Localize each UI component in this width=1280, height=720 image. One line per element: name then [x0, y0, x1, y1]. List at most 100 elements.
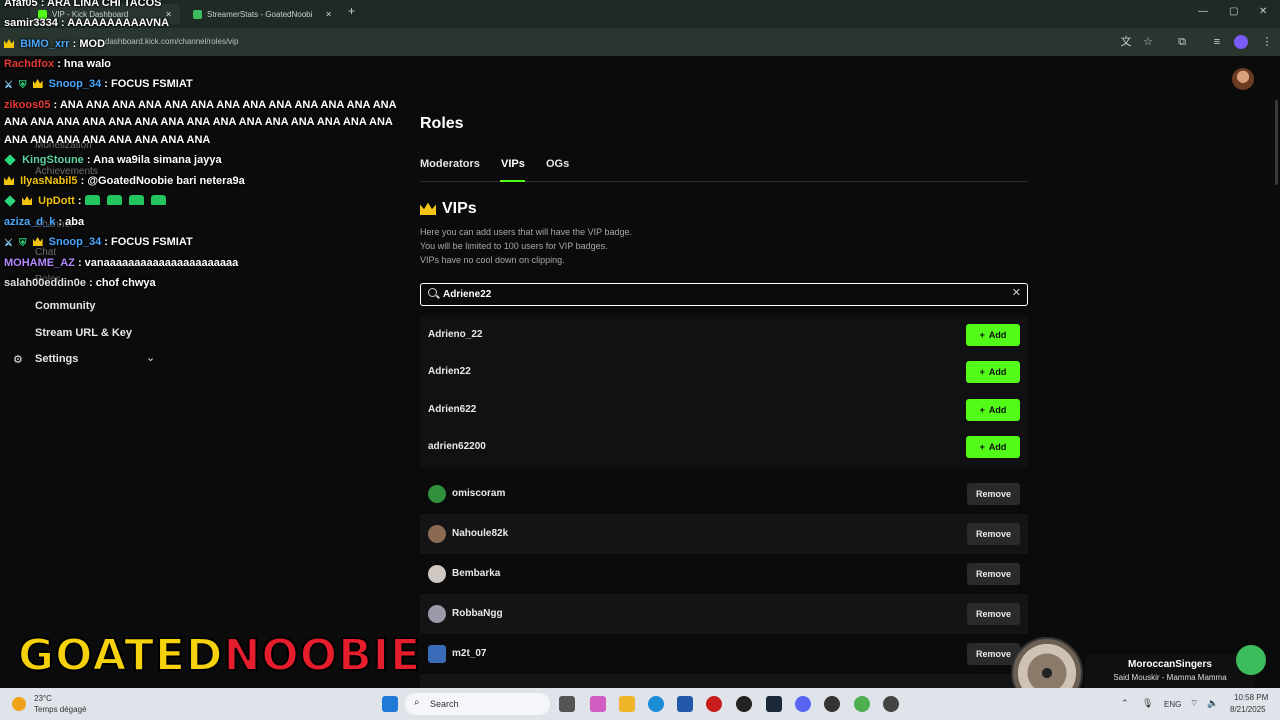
- crown-badge-icon: [32, 79, 43, 88]
- wifi-icon[interactable]: ⌔: [1190, 698, 1198, 709]
- button-label: Add: [988, 442, 1007, 452]
- task-view-icon[interactable]: [559, 696, 575, 712]
- file-explorer-icon[interactable]: [619, 696, 635, 712]
- close-window-button[interactable]: ✕: [1259, 6, 1267, 17]
- store-icon[interactable]: [677, 696, 693, 712]
- chat-username: IlyasNabil5: [20, 175, 78, 187]
- chrome-icon[interactable]: [854, 696, 870, 712]
- chat-text: : MOD: [72, 38, 106, 50]
- vip-username: m2t_07: [452, 648, 487, 659]
- edge-icon[interactable]: [648, 696, 664, 712]
- microphone-icon[interactable]: 🎙: [1142, 698, 1153, 709]
- taskbar-search[interactable]: ⌕ Search: [405, 693, 550, 715]
- button-label: Add: [988, 367, 1007, 377]
- search-input[interactable]: [443, 287, 1003, 302]
- tab-ogs[interactable]: OGs: [546, 158, 569, 170]
- maximize-button[interactable]: ▢: [1229, 6, 1238, 17]
- steam-icon[interactable]: [766, 696, 782, 712]
- shield-badge-icon: ⛨: [19, 80, 27, 91]
- table-row: m2t_07 Remove: [420, 634, 1028, 674]
- extensions-icon[interactable]: ⧉: [1175, 35, 1189, 49]
- chat-text: :: [77, 195, 82, 207]
- now-playing-widget: MoroccanSingers Said Mouskir - Mamma Mam…: [1085, 654, 1255, 690]
- chat-text: : ANA ANA ANA ANA ANA ANA ANA ANA ANA AN…: [53, 99, 397, 111]
- chat-text: : FOCUS FSMIAT: [104, 236, 193, 248]
- chat-text: : vanaaaaaaaaaaaaaaaaaaaaaa: [77, 257, 239, 269]
- chat-username: MOHAME_AZ: [4, 257, 75, 269]
- diamond-badge-icon: [4, 195, 16, 207]
- tab-vips[interactable]: VIPs: [501, 158, 525, 170]
- music-app-icon[interactable]: [1236, 645, 1266, 675]
- translate-icon[interactable]: 文: [1119, 35, 1133, 49]
- chat-message: aziza_d_k : aba: [4, 214, 84, 231]
- shield-badge-icon: ⛨: [19, 238, 27, 249]
- browser-tab-streamerstats[interactable]: StreamerStats - GoatedNoobi ✕: [185, 4, 340, 24]
- chat-message: ⚔ ⛨ Snoop_34 : FOCUS FSMIAT: [4, 234, 193, 251]
- clock-date[interactable]: 8/21/2025: [1230, 705, 1266, 714]
- menu-icon[interactable]: ⋮: [1260, 35, 1274, 49]
- app-icon[interactable]: [883, 696, 899, 712]
- plus-icon: +: [979, 330, 985, 340]
- media-icon[interactable]: ≡: [1210, 35, 1224, 49]
- discord-icon[interactable]: [795, 696, 811, 712]
- remove-vip-button[interactable]: Remove: [967, 563, 1020, 585]
- add-vip-button[interactable]: + Add: [966, 361, 1020, 383]
- remove-vip-button[interactable]: Remove: [967, 603, 1020, 625]
- vip-username: Nahoule82k: [452, 528, 509, 539]
- obs-icon[interactable]: [824, 696, 840, 712]
- opera-icon[interactable]: [706, 696, 722, 712]
- avatar: [428, 525, 446, 543]
- minimize-button[interactable]: —: [1198, 6, 1208, 17]
- list-item: adrien62200 + Add: [420, 429, 1028, 466]
- chevron-up-icon[interactable]: ⌃: [1121, 698, 1129, 709]
- clear-search-icon[interactable]: ✕: [1012, 286, 1021, 299]
- plus-icon: +: [979, 405, 985, 415]
- chat-message: Rachdfox : hna walo: [4, 56, 111, 73]
- button-label: Add: [988, 330, 1007, 340]
- new-tab-button[interactable]: +: [348, 4, 355, 18]
- table-row: [420, 674, 1028, 688]
- sidebar-item-community[interactable]: Community: [35, 300, 96, 312]
- logo-part-red: NOOBIE: [223, 630, 422, 681]
- add-vip-button[interactable]: + Add: [966, 324, 1020, 346]
- chat-message: KingStoune : Ana wa9ila simana jayya: [4, 152, 222, 169]
- clock-time[interactable]: 10:58 PM: [1234, 693, 1268, 702]
- search-results: Adrieno_22 + Add Adrien22 + Add Adrien622 …: [420, 317, 1028, 467]
- description-line: Here you can add users that will have th…: [420, 227, 632, 237]
- remove-vip-button[interactable]: Remove: [967, 483, 1020, 505]
- game-launcher-icon[interactable]: [736, 696, 752, 712]
- emote-icon: [128, 195, 144, 205]
- active-tab-indicator: [500, 180, 525, 182]
- star-icon[interactable]: ☆: [1141, 35, 1155, 49]
- add-vip-button[interactable]: + Add: [966, 399, 1020, 421]
- address-bar[interactable]: dashboard.kick.com/channel/roles/vip: [105, 37, 238, 46]
- windows-start-icon[interactable]: [382, 696, 398, 712]
- chat-username: salah00eddin0e: [4, 277, 86, 289]
- result-username: Adrien622: [428, 404, 477, 415]
- page-scrollbar[interactable]: [1275, 100, 1278, 185]
- tab-moderators[interactable]: Moderators: [420, 158, 480, 170]
- crown-badge-icon: [4, 39, 14, 48]
- sidebar-item-settings[interactable]: Settings: [35, 353, 78, 365]
- add-vip-button[interactable]: + Add: [966, 436, 1020, 458]
- remove-vip-button[interactable]: Remove: [967, 523, 1020, 545]
- browser-url-bar: dashboard.kick.com/channel/roles/vip: [0, 28, 1280, 56]
- chat-text: : FOCUS FSMIAT: [104, 78, 193, 90]
- chat-username: samir3334: [4, 17, 58, 29]
- crown-badge-icon: [32, 237, 43, 246]
- avatar: [428, 565, 446, 583]
- weather-icon[interactable]: [12, 697, 26, 711]
- profile-icon[interactable]: [1234, 35, 1248, 49]
- close-tab-icon[interactable]: ✕: [325, 10, 332, 19]
- language-indicator[interactable]: ENG: [1164, 700, 1181, 709]
- sword-badge-icon: ⚔: [4, 80, 13, 91]
- sidebar-item-stream-url-key[interactable]: Stream URL & Key: [35, 327, 132, 339]
- emote-icon: [106, 195, 122, 205]
- chevron-down-icon[interactable]: ⌄: [146, 351, 155, 364]
- search-icon: ⌕: [414, 697, 420, 708]
- volume-icon[interactable]: 🔈: [1207, 698, 1218, 709]
- page-title: Roles: [420, 115, 464, 132]
- copilot-icon[interactable]: [590, 696, 606, 712]
- chat-message: Afaf05 : ARA LINA CHI TACOS: [4, 0, 161, 12]
- crown-badge-icon: [22, 196, 33, 205]
